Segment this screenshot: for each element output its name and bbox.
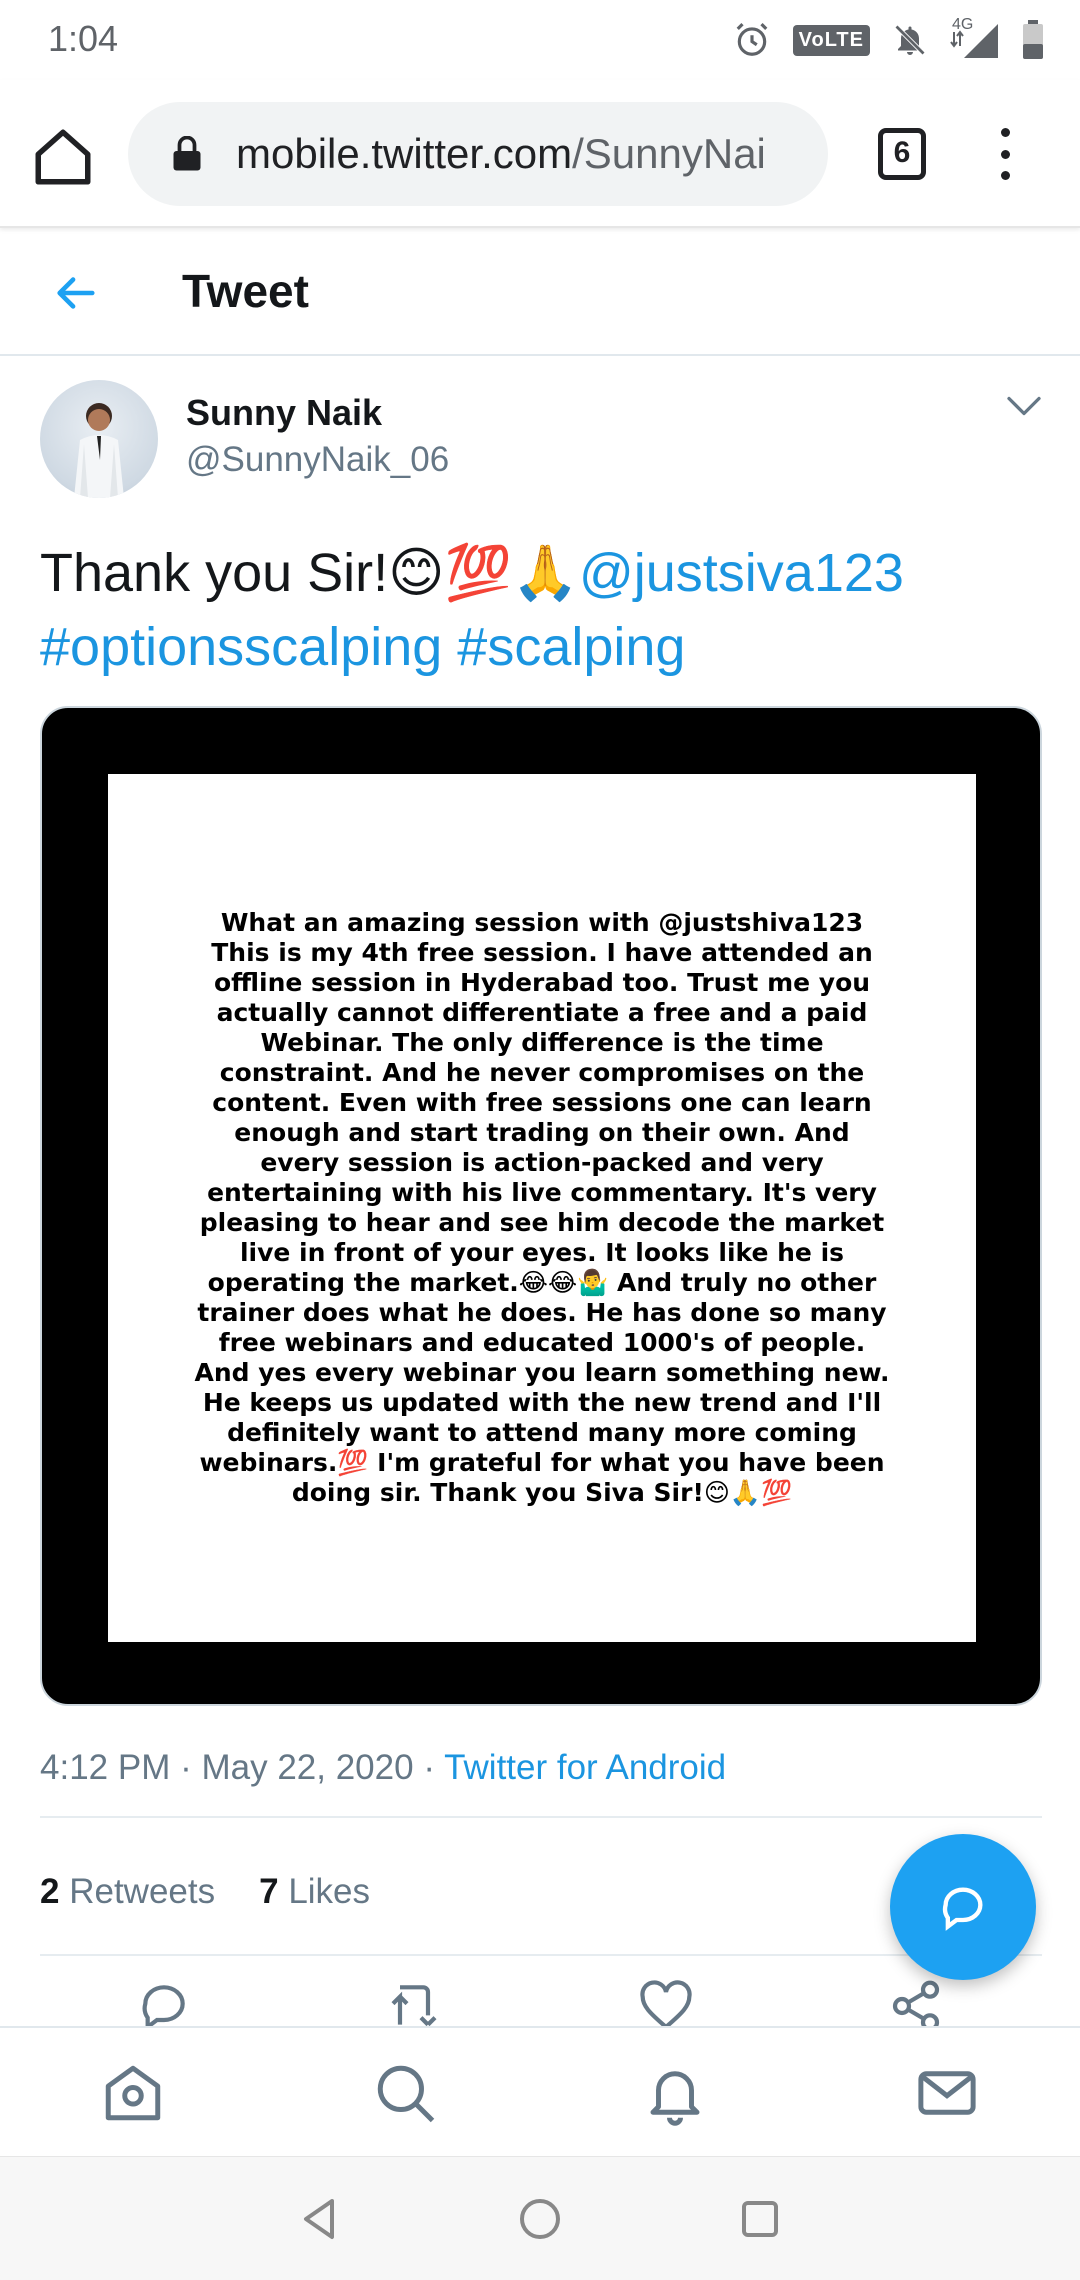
system-recents-icon[interactable] <box>736 2195 784 2243</box>
tweet-meta: 4:12 PM · May 22, 2020 · Twitter for And… <box>40 1748 726 1788</box>
tweet-image[interactable]: What an amazing session with @justshiva1… <box>40 706 1042 1706</box>
image-card: What an amazing session with @justshiva1… <box>108 774 976 1642</box>
status-bar: 1:04 VoLTE 4G <box>0 0 1080 80</box>
nav-search-icon[interactable] <box>372 2060 438 2126</box>
url-host: mobile.twitter.com <box>236 130 573 177</box>
divider <box>40 1816 1042 1818</box>
meta-separator: · <box>423 1748 435 1787</box>
tweet-date: May 22, 2020 <box>201 1748 414 1787</box>
browser-toolbar: mobile.twitter.com/SunnyNai 6 <box>0 80 1080 228</box>
reply-bubble-icon <box>942 1887 983 1931</box>
tweet-source-link[interactable]: Twitter for Android <box>444 1748 726 1787</box>
page-title: Tweet <box>182 265 309 317</box>
avatar[interactable] <box>40 380 158 498</box>
signal-icon: 4G <box>950 16 1000 60</box>
share-icon[interactable] <box>888 1978 944 2028</box>
url-text: mobile.twitter.com/SunnyNai <box>236 130 766 178</box>
status-icons: VoLTE 4G <box>733 16 1044 62</box>
nav-home-icon[interactable] <box>100 2060 166 2126</box>
tweet-stats: 2 Retweets 7 Likes <box>40 1872 370 1912</box>
author-name[interactable]: Sunny Naik <box>186 392 382 434</box>
lock-icon <box>173 136 201 171</box>
battery-icon <box>1023 20 1043 59</box>
back-arrow-icon[interactable] <box>52 270 98 316</box>
reply-icon[interactable] <box>136 1978 192 2028</box>
retweets-stat[interactable]: 2 Retweets <box>40 1872 215 1911</box>
url-bar[interactable]: mobile.twitter.com/SunnyNai <box>128 102 828 206</box>
notifications-off-icon <box>894 24 926 56</box>
meta-separator: · <box>180 1748 192 1787</box>
bottom-navigation <box>0 2026 1080 2156</box>
tab-switcher-button[interactable]: 6 <box>878 128 926 180</box>
tweet-text-plain: Thank you Sir! <box>40 543 389 603</box>
tweet-text: Thank you Sir!😊💯🙏@justsiva123 #optionssc… <box>40 536 1050 684</box>
likes-stat[interactable]: 7 Likes <box>259 1872 370 1911</box>
tweet-time: 4:12 PM <box>40 1748 171 1787</box>
tweet-mention-link[interactable]: @justsiva123 <box>579 543 904 603</box>
alarm-icon <box>736 23 767 56</box>
chevron-down-icon[interactable] <box>1006 392 1042 420</box>
like-icon[interactable] <box>638 1978 694 2028</box>
nav-notifications-icon[interactable] <box>642 2060 708 2126</box>
compose-reply-button[interactable] <box>890 1834 1036 1980</box>
nav-messages-icon[interactable] <box>914 2060 980 2126</box>
author-handle[interactable]: @SunnyNaik_06 <box>186 440 449 480</box>
system-back-icon[interactable] <box>296 2195 344 2243</box>
home-icon[interactable] <box>30 124 96 190</box>
likes-count: 7 <box>259 1872 279 1911</box>
retweet-icon[interactable] <box>386 1978 442 2028</box>
system-navigation-bar <box>0 2156 1080 2280</box>
retweets-count: 2 <box>40 1872 60 1911</box>
overflow-menu-button[interactable] <box>990 124 1020 184</box>
system-home-icon[interactable] <box>516 2195 564 2243</box>
volte-icon: VoLTE <box>792 24 870 56</box>
retweets-label: Retweets <box>69 1872 216 1911</box>
tweet-hashtags-link[interactable]: #optionsscalping #scalping <box>40 617 685 677</box>
image-text: What an amazing session with @justshiva1… <box>194 908 890 1507</box>
tweet-emojis: 😊💯🙏 <box>388 541 579 604</box>
tweet-header: Tweet <box>0 228 1080 356</box>
status-time: 1:04 <box>48 18 119 59</box>
likes-label: Likes <box>288 1872 371 1911</box>
url-path: /SunnyNai <box>572 130 766 177</box>
